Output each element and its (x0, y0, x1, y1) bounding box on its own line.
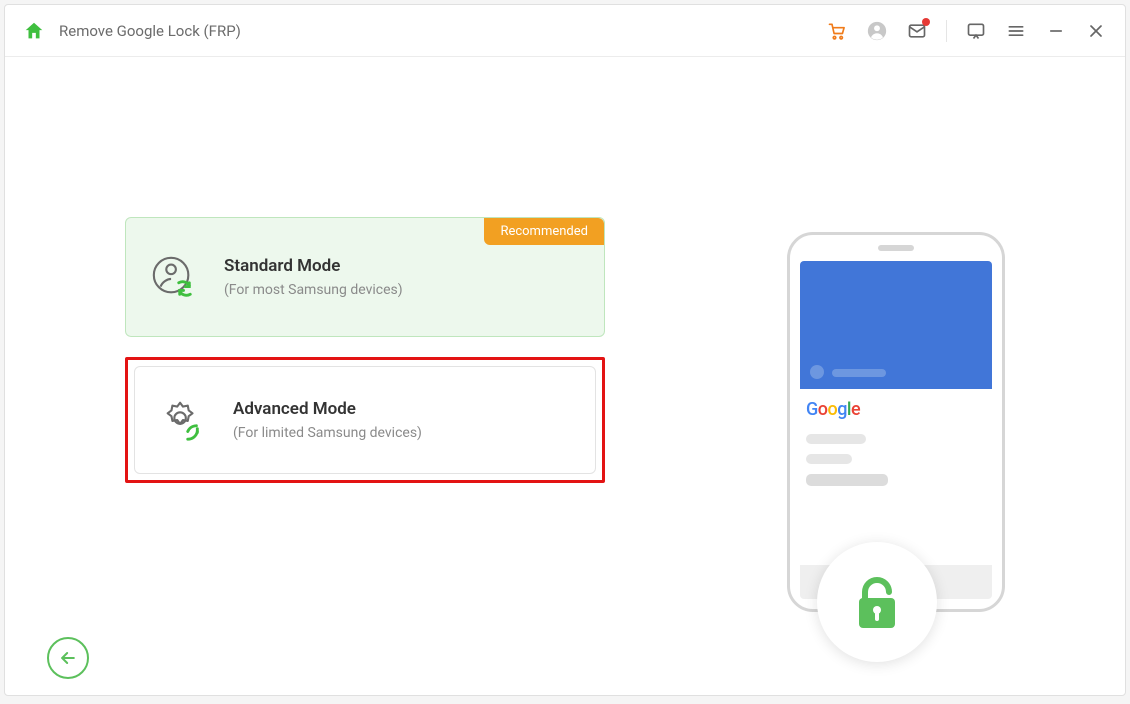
recommended-badge: Recommended (484, 218, 604, 245)
home-icon[interactable] (23, 20, 45, 42)
mail-icon[interactable] (906, 20, 928, 42)
standard-mode-text: Standard Mode (For most Samsung devices) (224, 256, 403, 298)
advanced-mode-subtitle: (For limited Samsung devices) (233, 425, 422, 441)
page-title: Remove Google Lock (FRP) (59, 22, 812, 40)
standard-mode-title: Standard Mode (224, 256, 403, 276)
minimize-button[interactable] (1045, 20, 1067, 42)
advanced-mode-title: Advanced Mode (233, 399, 422, 419)
back-button[interactable] (47, 637, 89, 679)
google-logo: Google (806, 399, 992, 420)
menu-icon[interactable] (1005, 20, 1027, 42)
titlebar-actions (826, 20, 1107, 42)
advanced-mode-highlight: Advanced Mode (For limited Samsung devic… (125, 357, 605, 483)
user-icon[interactable] (866, 20, 888, 42)
standard-mode-card[interactable]: Recommended Stan (125, 217, 605, 337)
gear-icon (159, 397, 205, 443)
feedback-icon[interactable] (965, 20, 987, 42)
user-refresh-icon (150, 254, 196, 300)
titlebar: Remove Google Lock (FRP) (5, 5, 1125, 57)
standard-mode-subtitle: (For most Samsung devices) (224, 282, 403, 298)
advanced-mode-card[interactable]: Advanced Mode (For limited Samsung devic… (134, 366, 596, 474)
mode-list: Recommended Stan (125, 217, 605, 675)
advanced-mode-text: Advanced Mode (For limited Samsung devic… (233, 399, 422, 441)
main-content: Recommended Stan (5, 57, 1125, 695)
cart-icon[interactable] (826, 20, 848, 42)
unlock-icon (817, 542, 937, 662)
phone-illustration: Google (787, 232, 1005, 612)
close-button[interactable] (1085, 20, 1107, 42)
app-window: Remove Google Lock (FRP) (4, 4, 1126, 696)
divider (946, 20, 947, 42)
